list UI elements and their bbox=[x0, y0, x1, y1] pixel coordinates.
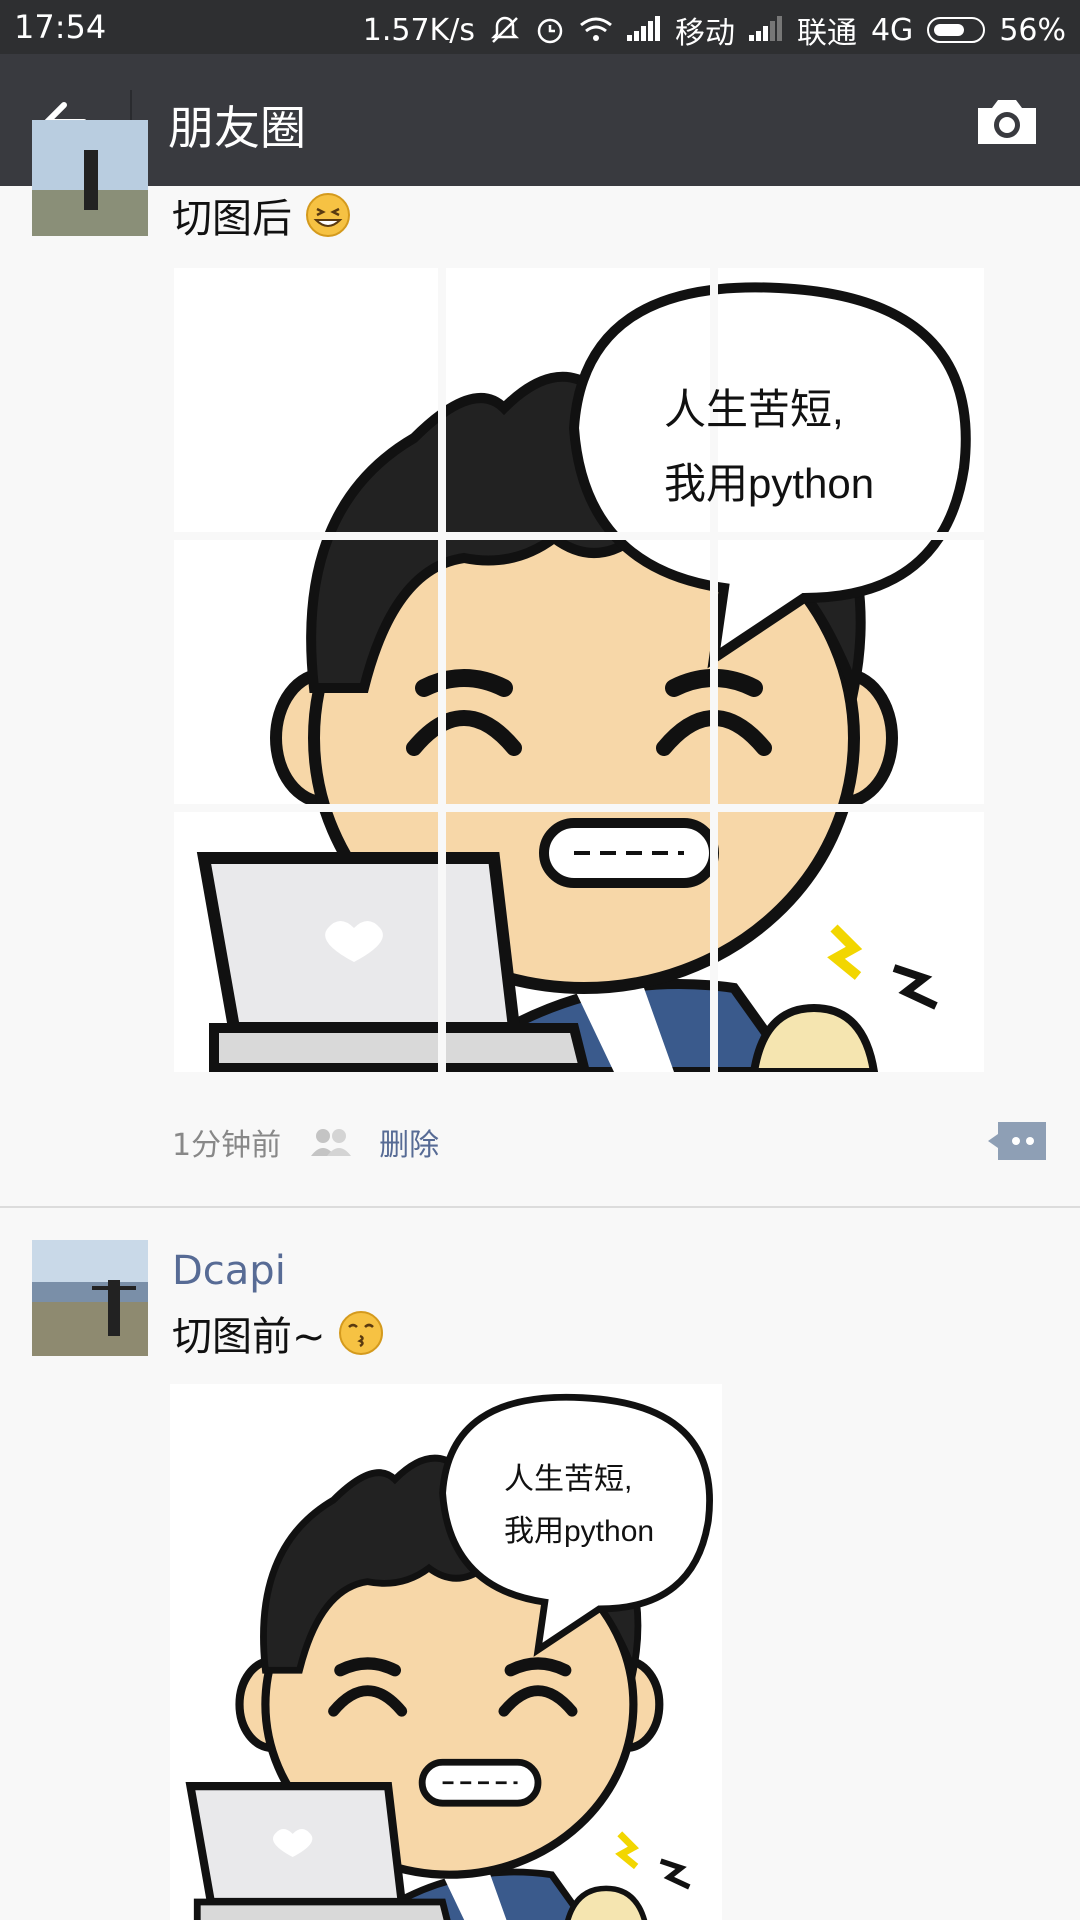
battery-percent: 56% bbox=[999, 12, 1066, 48]
battery-icon bbox=[927, 17, 986, 43]
grid-image[interactable] bbox=[174, 540, 438, 804]
wifi-icon bbox=[580, 17, 612, 41]
moment-text: 切图后 bbox=[172, 186, 351, 244]
carrier-1: 移动 bbox=[674, 16, 735, 51]
avatar[interactable] bbox=[32, 1240, 148, 1356]
alarm-icon bbox=[537, 18, 563, 44]
status-right: 1.57K/s 移动 联通 4G 56% bbox=[363, 8, 1066, 52]
comment-button[interactable] bbox=[986, 1120, 1048, 1162]
grin-emoji-icon bbox=[305, 193, 350, 237]
grid-image[interactable] bbox=[446, 812, 710, 1072]
delete-link[interactable]: 删除 bbox=[379, 1120, 439, 1164]
moment-time: 1分钟前 bbox=[172, 1128, 282, 1163]
grid-image[interactable] bbox=[174, 268, 438, 532]
network-speed: 1.57K/s bbox=[362, 12, 475, 48]
moment-image[interactable]: 人生苦短, 我用python bbox=[170, 1384, 722, 1920]
carrier-2: 联通 bbox=[796, 16, 857, 51]
camera-icon[interactable] bbox=[974, 96, 1040, 148]
nav-bar: 朋友圈 bbox=[0, 54, 1080, 186]
grid-image[interactable] bbox=[718, 540, 984, 804]
network-type: 4G bbox=[870, 12, 914, 48]
signal-icon-1 bbox=[626, 16, 661, 43]
bubble-text: 人生苦短, 我用python bbox=[664, 386, 875, 507]
grid-image[interactable] bbox=[446, 540, 710, 804]
page-title: 朋友圈 bbox=[168, 101, 306, 155]
signal-icon-2 bbox=[748, 16, 783, 43]
grid-image[interactable] bbox=[718, 812, 984, 1072]
mute-icon bbox=[490, 16, 519, 43]
grid-image[interactable] bbox=[174, 812, 438, 1072]
moment-author[interactable]: Dcapi bbox=[172, 1248, 286, 1294]
friends-icon bbox=[311, 1129, 352, 1156]
status-bar: 17:54 1.57K/s 移动 联通 4G 56% bbox=[0, 0, 1080, 54]
image-grid: 人生苦短, 我用python bbox=[174, 268, 984, 1072]
bubble-text: 人生苦短, 我用python bbox=[504, 1463, 655, 1548]
divider bbox=[0, 1206, 1080, 1208]
moment-text: 切图前~ bbox=[172, 1304, 384, 1362]
kiss-emoji-icon bbox=[339, 1311, 384, 1355]
status-time: 17:54 bbox=[14, 8, 107, 46]
avatar[interactable] bbox=[32, 120, 148, 236]
moment-meta: 1分钟前 删除 bbox=[172, 1120, 439, 1164]
